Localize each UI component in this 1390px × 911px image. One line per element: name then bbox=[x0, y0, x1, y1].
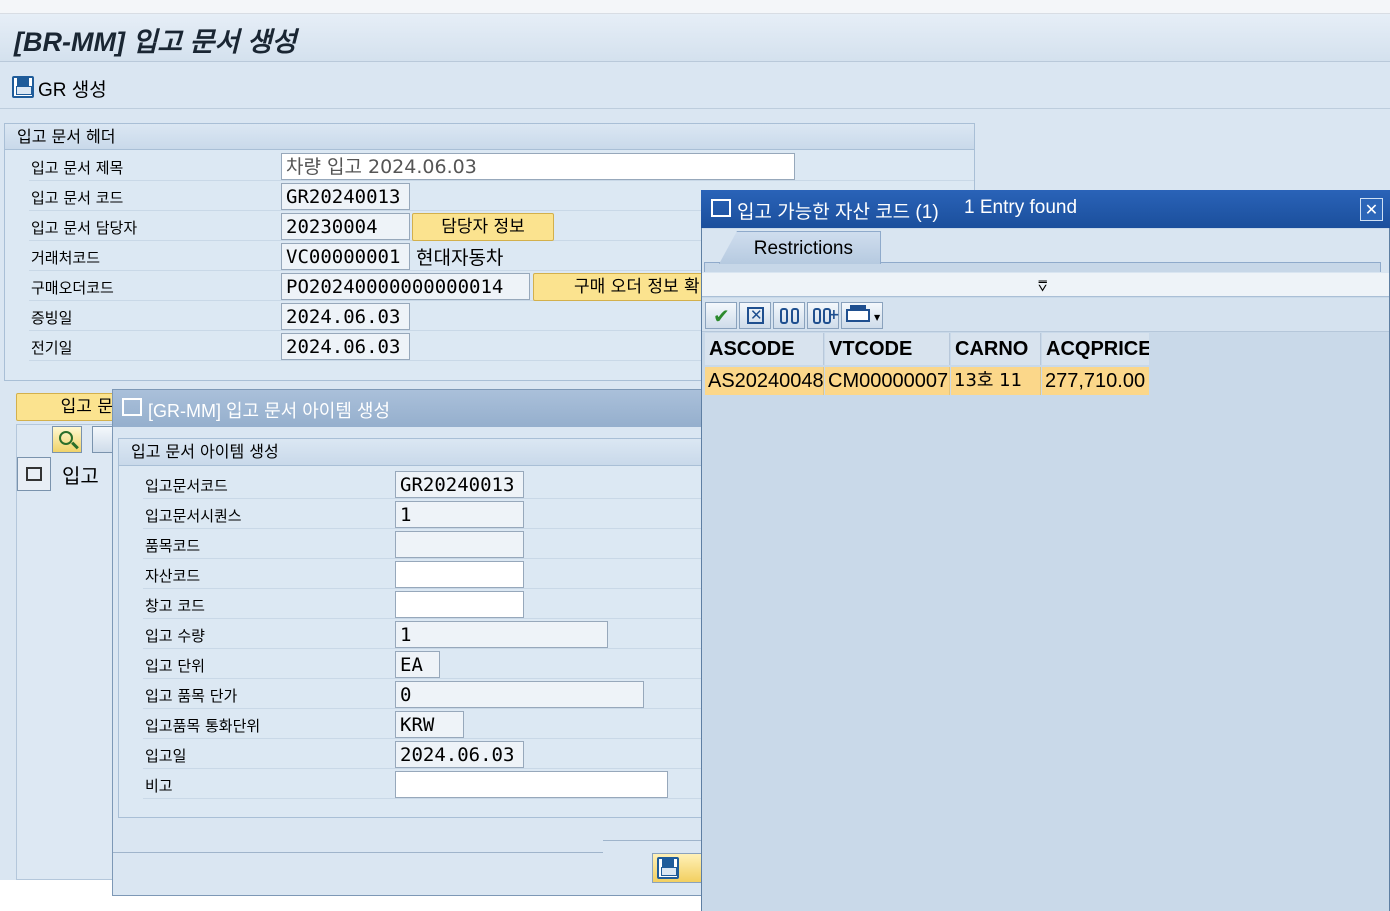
print-icon[interactable]: ▼ bbox=[841, 302, 883, 329]
label-doc-code: 입고문서코드 bbox=[145, 477, 228, 495]
save-icon bbox=[657, 857, 679, 879]
item-button[interactable]: 입고 문 bbox=[16, 393, 116, 421]
table-tool-icon[interactable] bbox=[92, 426, 114, 453]
dialog-icon bbox=[122, 398, 142, 416]
dialog-footer-line bbox=[113, 852, 603, 853]
label-gr-date: 입고일 bbox=[145, 747, 187, 765]
find-icon[interactable] bbox=[773, 302, 805, 329]
collapse-icon[interactable]: ⩢ bbox=[1038, 277, 1047, 295]
vendor-name: 현대자동차 bbox=[416, 247, 504, 269]
header-group-title: 입고 문서 헤더 bbox=[5, 124, 974, 150]
note-field[interactable] bbox=[395, 771, 668, 798]
top-strip bbox=[0, 0, 1390, 14]
vendor-code-field[interactable]: VC00000001 bbox=[281, 243, 410, 270]
manager-info-button[interactable]: 담당자 정보 bbox=[412, 213, 554, 241]
popup-title: 입고 가능한 자산 코드 (1) bbox=[737, 202, 939, 223]
doc-title-field[interactable]: 차량 입고 2024.06.03 bbox=[281, 153, 795, 180]
asset-code-field[interactable] bbox=[395, 561, 524, 588]
save-icon bbox=[12, 76, 34, 98]
doc-code-field[interactable]: GR20240013 bbox=[281, 183, 410, 210]
cell-carno: 13호 11 bbox=[951, 367, 1041, 395]
cancel-icon[interactable]: ✕ bbox=[739, 302, 771, 329]
label-manager: 입고 문서 담당자 bbox=[31, 219, 138, 237]
label-note: 비고 bbox=[145, 777, 173, 795]
table-row[interactable]: AS20240048 CM00000007 13호 11 277,710.00 bbox=[705, 367, 1149, 395]
label-price: 입고 품목 단가 bbox=[145, 687, 238, 705]
item-group-title: 입고 문서 아이템 생성 bbox=[119, 439, 707, 466]
cell-acqprice: 277,710.00 bbox=[1042, 367, 1149, 395]
close-icon[interactable]: ✕ bbox=[1360, 198, 1383, 221]
gr-date-field[interactable]: 2024.06.03 bbox=[395, 741, 524, 768]
cell-ascode: AS20240048 bbox=[705, 367, 824, 395]
po-info-button[interactable]: 구매 오더 정보 확 bbox=[533, 273, 703, 301]
label-currency: 입고품목 통화단위 bbox=[145, 717, 261, 735]
page-title: [BR-MM] 입고 문서 생성 bbox=[14, 27, 297, 57]
application-toolbar bbox=[0, 63, 1390, 109]
popup-toolbar bbox=[702, 298, 1389, 332]
label-material: 품목코드 bbox=[145, 537, 201, 555]
column-header-carno[interactable]: CARNO bbox=[951, 333, 1041, 365]
row-select-icon[interactable] bbox=[17, 457, 51, 491]
item-dialog-title: [GR-MM] 입고 문서 아이템 생성 bbox=[148, 401, 391, 421]
label-unit: 입고 단위 bbox=[145, 657, 205, 675]
result-table-area bbox=[702, 333, 1389, 911]
find-next-icon[interactable]: + bbox=[807, 302, 840, 329]
qty-field[interactable]: 1 bbox=[395, 621, 608, 648]
item-save-button[interactable] bbox=[652, 853, 702, 883]
column-header-acqprice[interactable]: ACQPRICE bbox=[1042, 333, 1149, 365]
item-doc-code-field[interactable]: GR20240013 bbox=[395, 471, 524, 498]
item-table-column: 입고 bbox=[62, 464, 99, 488]
warehouse-code-field[interactable] bbox=[395, 591, 524, 618]
check-icon[interactable]: ✔ bbox=[705, 302, 737, 329]
dialog-icon bbox=[711, 199, 731, 217]
label-asset: 자산코드 bbox=[145, 567, 201, 585]
search-icon[interactable] bbox=[52, 426, 82, 453]
gr-create-button[interactable]: GR 생성 bbox=[11, 74, 151, 101]
manager-field[interactable]: 20230004 bbox=[281, 213, 410, 240]
label-po: 구매오더코드 bbox=[31, 279, 114, 297]
label-title: 입고 문서 제목 bbox=[31, 159, 124, 177]
label-warehouse: 창고 코드 bbox=[145, 597, 205, 615]
currency-field[interactable]: KRW bbox=[395, 711, 464, 738]
label-code: 입고 문서 코드 bbox=[31, 189, 124, 207]
unit-field[interactable]: EA bbox=[395, 651, 440, 678]
gr-create-label: GR 생성 bbox=[38, 80, 107, 101]
post-date-field[interactable]: 2024.06.03 bbox=[281, 333, 410, 360]
material-field[interactable] bbox=[395, 531, 524, 558]
price-field[interactable]: 0 bbox=[395, 681, 644, 708]
seq-field[interactable]: 1 bbox=[395, 501, 524, 528]
column-header-vtcode[interactable]: VTCODE bbox=[825, 333, 950, 365]
doc-date-field[interactable]: 2024.06.03 bbox=[281, 303, 410, 330]
item-table-area bbox=[16, 424, 116, 880]
cell-vtcode: CM00000007 bbox=[825, 367, 950, 395]
tab-restrictions[interactable]: Restrictions bbox=[719, 231, 881, 264]
label-seq: 입고문서시퀀스 bbox=[145, 507, 242, 525]
label-vendor: 거래처코드 bbox=[31, 249, 101, 267]
label-post-date: 전기일 bbox=[31, 339, 73, 357]
po-code-field[interactable]: PO20240000000000014 bbox=[281, 273, 530, 300]
label-qty: 입고 수량 bbox=[145, 627, 205, 645]
dialog-footer-line bbox=[603, 840, 703, 841]
column-header-ascode[interactable]: ASCODE bbox=[705, 333, 824, 365]
entries-found: 1 Entry found bbox=[964, 197, 1078, 218]
label-doc-date: 증빙일 bbox=[31, 309, 73, 327]
